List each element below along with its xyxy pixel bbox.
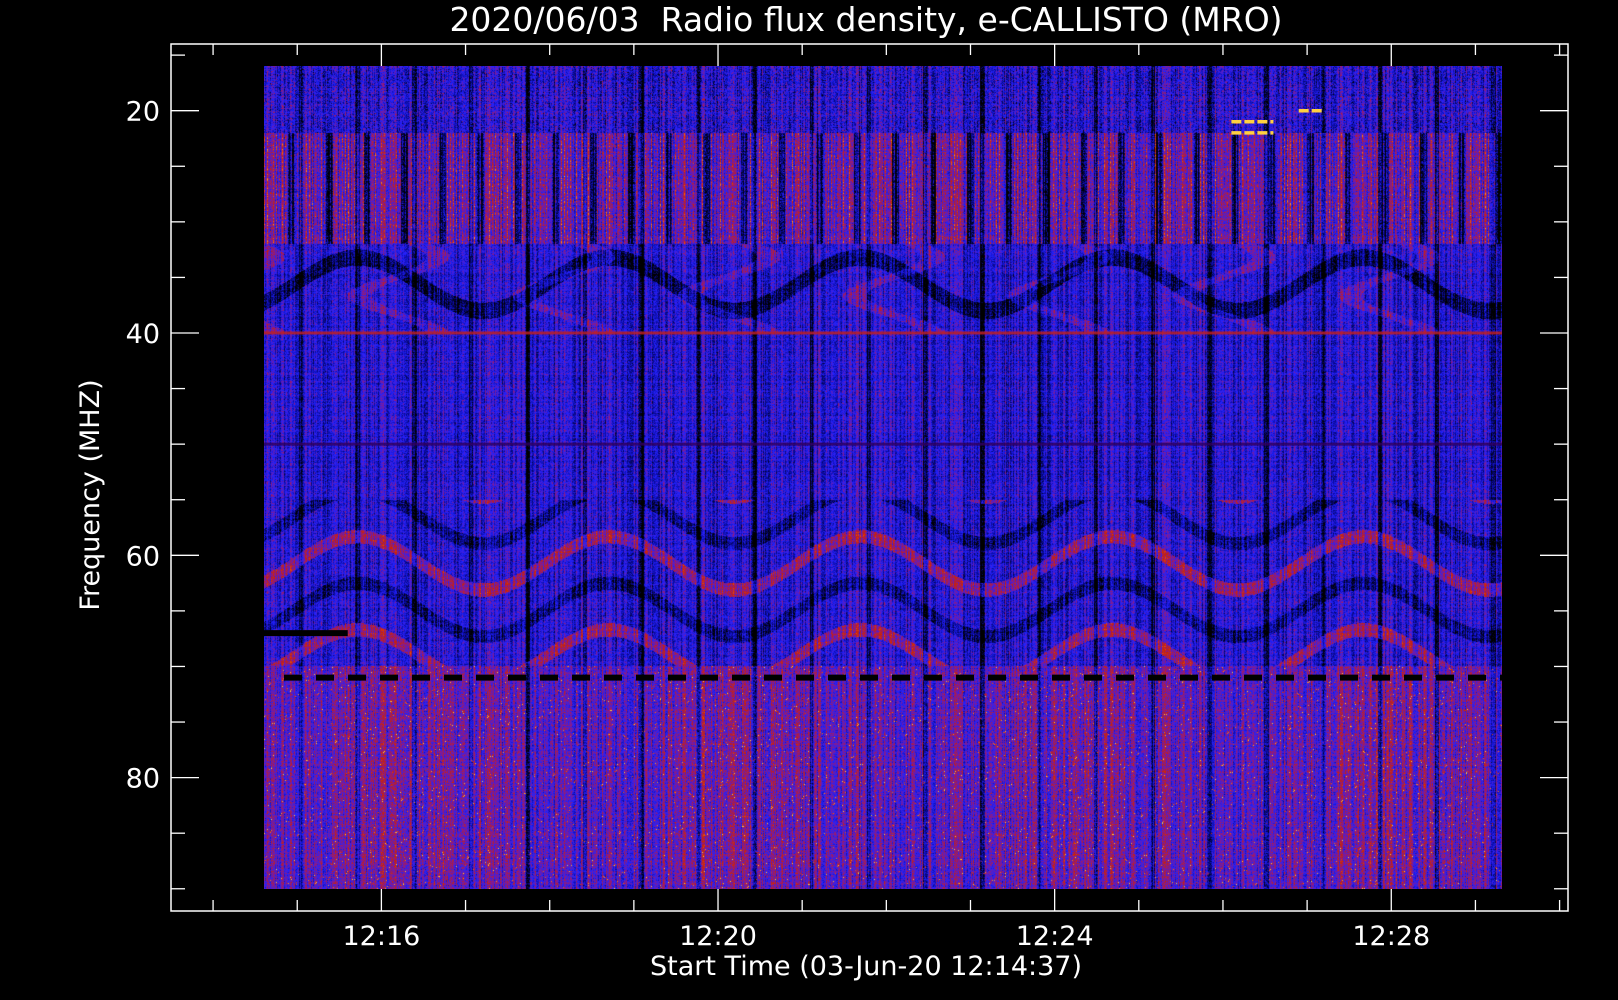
y-tick-label-3: 80 <box>126 764 160 795</box>
y-axis-label: Frequency (MHZ) <box>75 379 106 610</box>
chart-title: 2020/06/03 Radio flux density, e-CALLIST… <box>449 0 1282 39</box>
y-tick-label-0: 20 <box>126 97 160 128</box>
x-axis-label: Start Time (03-Jun-20 12:14:37) <box>650 951 1082 982</box>
spectrogram-heatmap <box>264 66 1502 889</box>
x-tick-label-0: 12:16 <box>342 921 420 952</box>
y-tick-label-1: 40 <box>126 319 160 350</box>
y-tick-label-2: 60 <box>126 541 160 572</box>
x-tick-label-2: 12:24 <box>1016 921 1094 952</box>
x-tick-label-3: 12:28 <box>1352 921 1430 952</box>
spectrogram-chart: 2020/06/03 Radio flux density, e-CALLIST… <box>0 0 1618 1000</box>
x-tick-label-1: 12:20 <box>679 921 757 952</box>
